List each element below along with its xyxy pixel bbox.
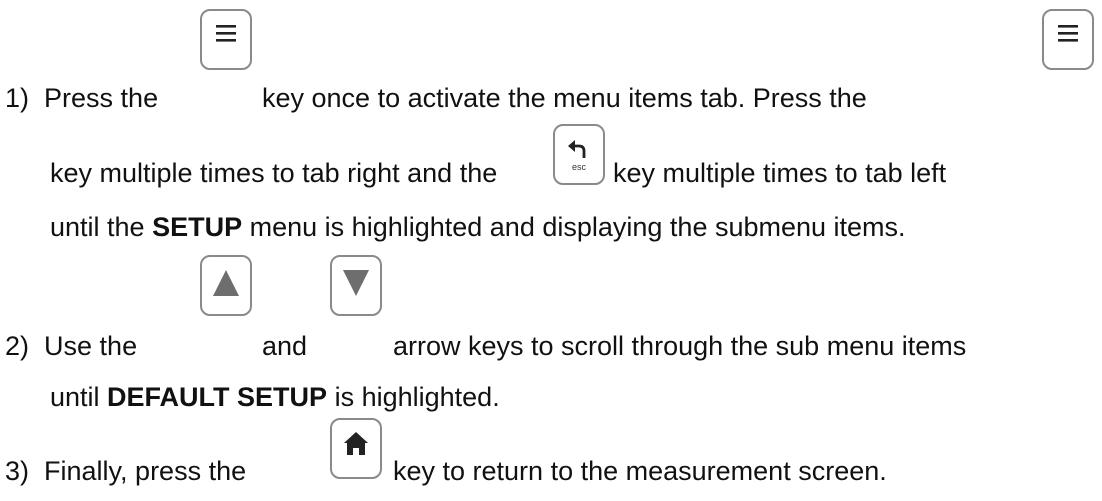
back-arrow-icon: [568, 140, 586, 158]
esc-label: esc: [571, 162, 586, 172]
menu-key: [1042, 9, 1094, 70]
menu-icon: [216, 25, 236, 42]
down-arrow-key: [330, 255, 382, 316]
esc-key: esc: [553, 124, 605, 185]
home-icon: [344, 432, 368, 455]
up-arrow-icon: [213, 270, 239, 296]
up-arrow-key: [200, 255, 252, 316]
step-3-line-1a: 3) Finally, press the: [5, 456, 247, 486]
down-arrow-icon: [343, 270, 369, 296]
step-2-line-1b: and: [262, 331, 308, 361]
step-1-line-3: until the SETUP menu is highlighted and …: [50, 212, 906, 242]
step-2-line-1c: arrow keys to scroll through the sub men…: [393, 331, 967, 361]
step-1-line-1b: key once to activate the menu items tab.…: [262, 83, 867, 113]
menu-key: [200, 9, 252, 70]
step-3-line-1b: key to return to the measurement screen.: [393, 456, 887, 486]
setup-label: SETUP: [152, 212, 243, 242]
step-2-line-1a: 2) Use the: [5, 331, 138, 361]
home-key: [330, 418, 382, 479]
step-number: 1): [5, 83, 30, 113]
default-setup-label: DEFAULT SETUP: [107, 382, 328, 412]
step-number: 2): [5, 331, 30, 361]
step-1-line-2a: key multiple times to tab right and the: [50, 158, 498, 188]
step-1-line-1: 1) Press the: [5, 83, 159, 113]
step-2-line-2: until DEFAULT SETUP is highlighted.: [50, 382, 500, 412]
step-1-line-2b: key multiple times to tab left: [613, 158, 947, 188]
menu-icon: [1058, 25, 1078, 42]
step-number: 3): [5, 456, 30, 486]
